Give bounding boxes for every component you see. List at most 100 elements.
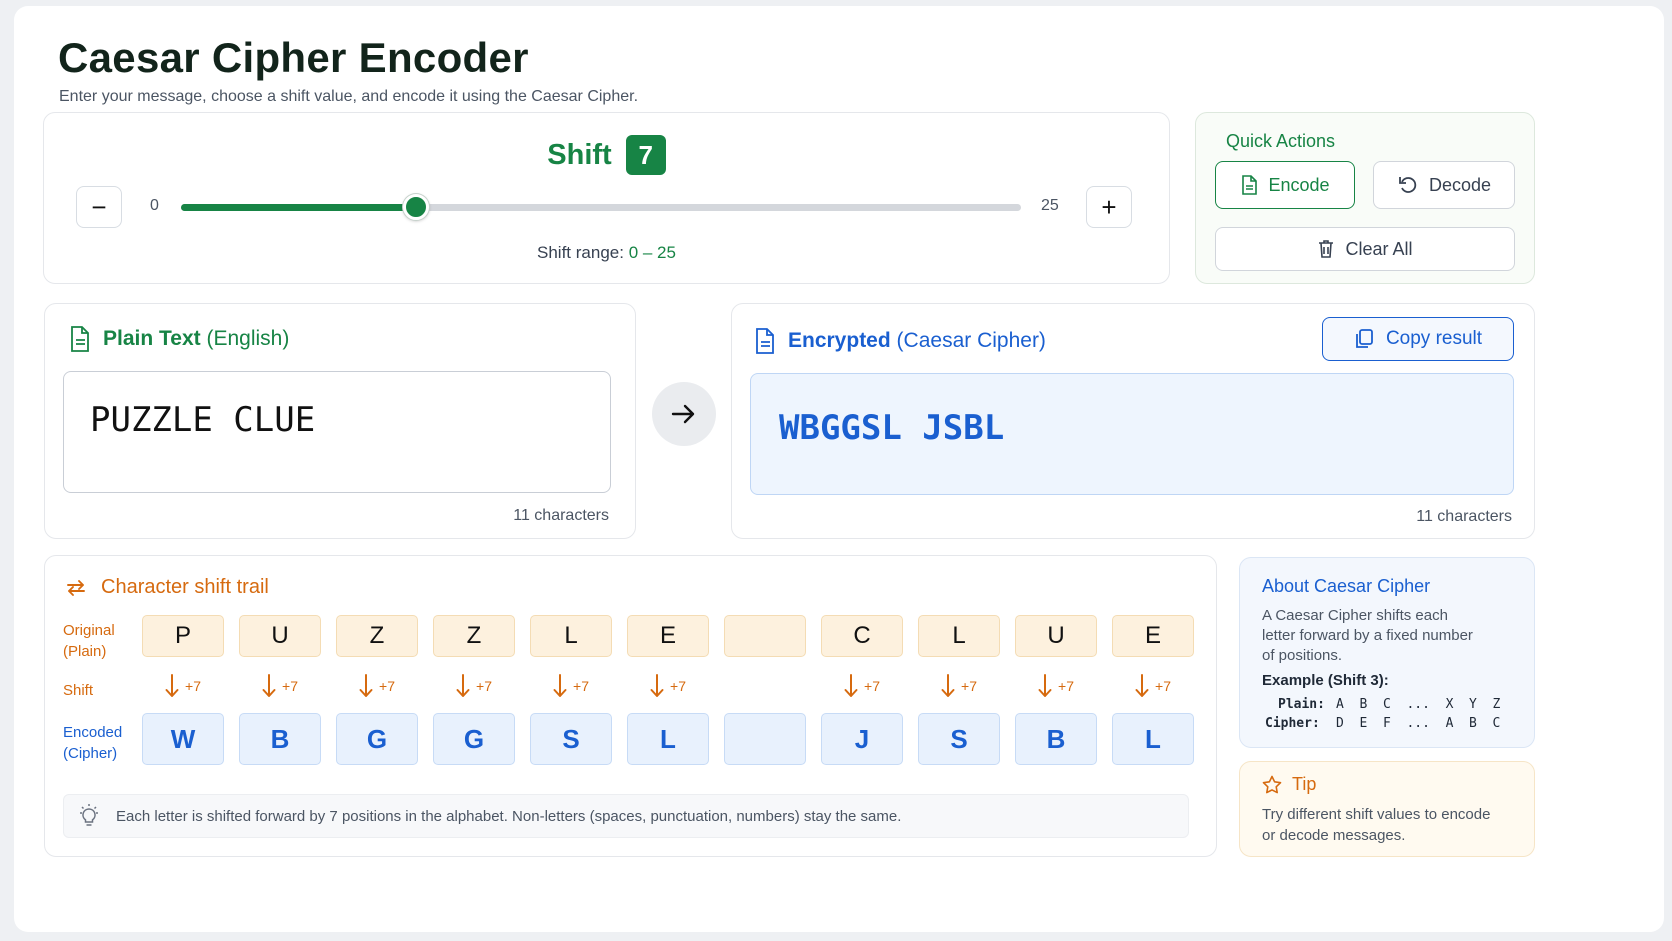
shift-indicator: +7 (627, 671, 709, 701)
original-cell: Z (336, 615, 418, 657)
original-cell: E (627, 615, 709, 657)
shift-cells: +7+7+7+7+7+7+7+7+7+7+7 (142, 671, 1194, 701)
shift-tag: +7 (282, 678, 298, 694)
plain-title-main: Plain Text (103, 327, 201, 350)
range-note-value: 0 – 25 (628, 243, 676, 262)
encrypted-output: WBGGSL JSBL (750, 373, 1514, 495)
encode-button[interactable]: Encode (1215, 161, 1355, 209)
original-row-label: Original (Plain) (63, 620, 115, 662)
plain-char-count: 11 characters (513, 507, 609, 524)
slider-max-label: 25 (1041, 197, 1059, 214)
shift-label: Shift (547, 138, 612, 171)
shift-tag: +7 (864, 678, 880, 694)
arrow-down-icon (844, 674, 858, 697)
encoded-label-line1: Encoded (63, 724, 123, 741)
encoded-row-label: Encoded (Cipher) (63, 722, 122, 764)
shift-indicator: +7 (1015, 671, 1097, 701)
tip-title-text: Tip (1292, 774, 1317, 794)
original-label-line2: (Plain) (63, 643, 107, 660)
range-note-prefix: Shift range: (537, 243, 624, 262)
shift-tag: +7 (379, 678, 395, 694)
clear-all-button[interactable]: Clear All (1215, 227, 1515, 271)
arrow-down-icon (456, 674, 470, 697)
lightbulb-icon (80, 804, 98, 826)
shift-trail-panel: Character shift trail Original (Plain) S… (44, 555, 1217, 857)
example-cipher-label: Cipher: (1265, 716, 1320, 731)
arrow-right-icon (671, 404, 695, 424)
example-plain-label: Plain: (1278, 697, 1325, 712)
arrow-down-icon (165, 674, 179, 697)
shift-row-label: Shift (63, 682, 94, 699)
arrow-down-icon (1135, 674, 1149, 697)
swap-icon (67, 579, 85, 596)
encrypted-title-main: Encrypted (788, 329, 891, 352)
slider-min-label: 0 (150, 197, 159, 214)
tip-body: Try different shift values to encode or … (1262, 806, 1491, 844)
original-cell: C (821, 615, 903, 657)
encoded-cell: L (1112, 713, 1194, 765)
encoded-cells: WBGGSLJSBL (142, 713, 1194, 765)
shift-trail-title: Character shift trail (65, 576, 269, 599)
encoded-cell: B (1015, 713, 1097, 765)
plain-text-title: Plain Text (English) (69, 326, 289, 352)
shift-indicator: +7 (918, 671, 1000, 701)
shift-range-note: Shift range: 0 – 25 (44, 243, 1169, 263)
shift-indicator: +7 (530, 671, 612, 701)
arrow-down-icon (650, 674, 664, 697)
encrypted-panel: Encrypted (Caesar Cipher) Copy result WB… (731, 303, 1535, 539)
copy-result-button[interactable]: Copy result (1322, 317, 1514, 361)
tip-panel: Tip Try different shift values to encode… (1239, 761, 1535, 857)
original-cell: P (142, 615, 224, 657)
shift-indicator: +7 (239, 671, 321, 701)
shift-indicator: +7 (821, 671, 903, 701)
minus-icon: − (91, 191, 107, 222)
about-title: About Caesar Cipher (1262, 576, 1431, 596)
original-cell: U (1015, 615, 1097, 657)
arrow-down-icon (262, 674, 276, 697)
copy-icon (1356, 329, 1373, 348)
original-cell (724, 615, 806, 657)
encoded-cell: B (239, 713, 321, 765)
arrow-down-icon (941, 674, 955, 697)
original-cell: L (918, 615, 1000, 657)
shift-panel: Shift 7 − 0 25 + Shift range: 0 – 25 (43, 112, 1170, 284)
page-subtitle: Enter your message, choose a shift value… (59, 88, 639, 105)
trail-note: Each letter is shifted forward by 7 posi… (63, 794, 1189, 838)
original-cell: Z (433, 615, 515, 657)
encoded-cell: W (142, 713, 224, 765)
about-body: A Caesar Cipher shifts each letter forwa… (1262, 607, 1473, 664)
original-cells: PUZZLECLUE (142, 615, 1194, 657)
original-cell: E (1112, 615, 1194, 657)
app-window: Caesar Cipher Encoder Enter your message… (14, 6, 1664, 932)
original-label-line1: Original (63, 622, 115, 639)
trail-note-text: Each letter is shifted forward by 7 posi… (116, 807, 902, 825)
decode-button[interactable]: Decode (1373, 161, 1515, 209)
shift-header: Shift 7 (44, 135, 1169, 175)
decrement-shift-button[interactable]: − (76, 186, 122, 228)
original-cell: U (239, 615, 321, 657)
plain-text-input[interactable]: PUZZLE CLUE (63, 371, 611, 493)
arrow-down-icon (359, 674, 373, 697)
shift-slider-fill (181, 204, 417, 211)
quick-actions-title: Quick Actions (1226, 131, 1336, 151)
arrow-down-icon (553, 674, 567, 697)
shift-tag: +7 (961, 678, 977, 694)
increment-shift-button[interactable]: + (1086, 186, 1132, 228)
example-plain-row: A B C ... X Y Z (1336, 697, 1501, 712)
plain-text-panel: Plain Text (English) PUZZLE CLUE 11 char… (44, 303, 636, 539)
shift-indicator: +7 (1112, 671, 1194, 701)
undo-icon (1399, 177, 1417, 193)
star-icon (1262, 775, 1282, 793)
shift-tag: +7 (573, 678, 589, 694)
shift-tag: +7 (670, 678, 686, 694)
decode-label: Decode (1428, 174, 1492, 195)
encoded-cell: L (627, 713, 709, 765)
document-icon (756, 328, 774, 354)
encoded-cell (724, 713, 806, 765)
encoded-label-line2: (Cipher) (63, 745, 118, 762)
shift-slider-thumb[interactable] (403, 194, 430, 220)
shift-tag: +7 (476, 678, 492, 694)
shift-indicator: +7 (433, 671, 515, 701)
quick-actions-panel: Quick Actions Encode Decode Clear All (1195, 112, 1535, 284)
plain-title-suffix: (English) (206, 327, 290, 350)
